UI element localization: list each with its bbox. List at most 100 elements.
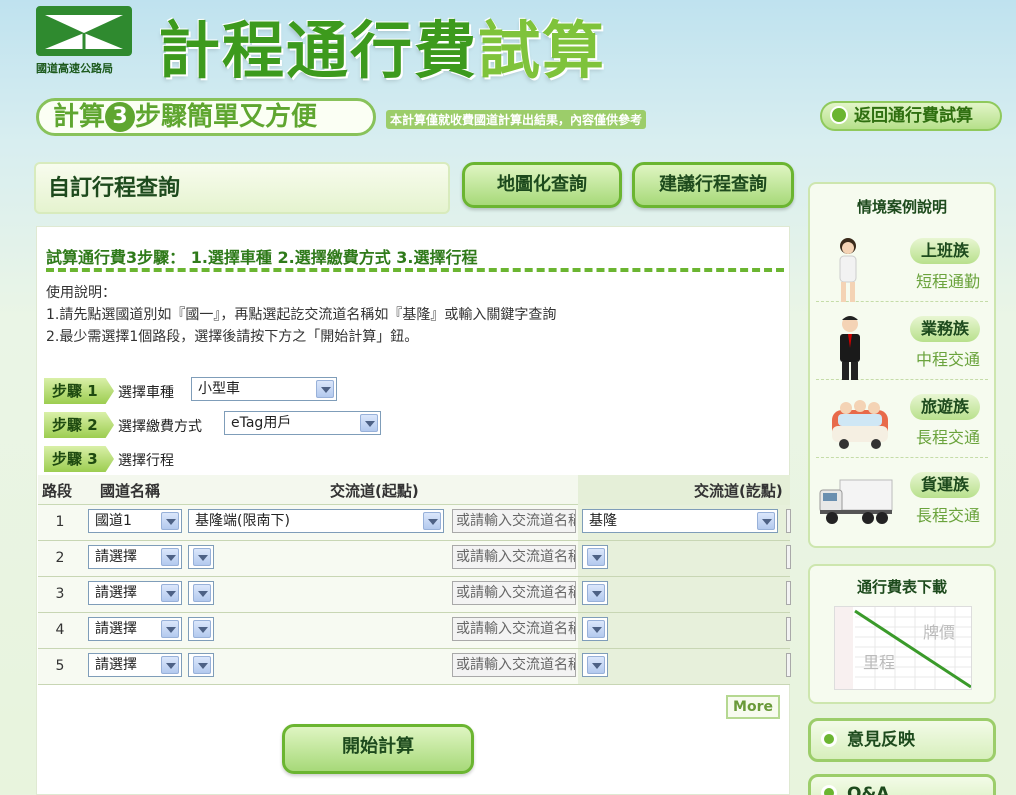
bullet-icon — [830, 106, 848, 124]
start-interchange-input[interactable]: 或請輸入交流道名稱 — [452, 581, 576, 605]
commuter-woman-icon — [839, 238, 857, 302]
chevron-down-icon — [193, 620, 211, 638]
section-title: 自訂行程查詢 — [34, 162, 450, 214]
end-interchange-select[interactable] — [582, 653, 608, 677]
end-cell-shade — [578, 649, 790, 684]
toll-table-thumbnail[interactable]: 牌價 里程 — [834, 606, 972, 690]
payment-method-select[interactable]: eTag用戶 — [224, 411, 381, 435]
chevron-down-icon — [587, 548, 605, 566]
back-to-toll-calculator-button[interactable]: 返回通行費試算 — [820, 101, 1002, 131]
feedback-button[interactable]: 意見反映 — [808, 718, 996, 762]
chevron-down-icon — [193, 548, 211, 566]
end-interchange-select[interactable]: 基隆 — [582, 509, 778, 533]
step-1-label: 選擇車種 — [118, 385, 174, 401]
chevron-down-icon — [161, 584, 179, 602]
start-interchange-select[interactable] — [188, 617, 214, 641]
end-interchange-select[interactable] — [582, 581, 608, 605]
tourist-van-icon — [832, 400, 888, 449]
col-header-segment: 路段 — [42, 482, 73, 500]
price-watermark: 牌價 — [923, 623, 956, 642]
road-select[interactable]: 請選擇 — [88, 617, 182, 641]
col-header-road: 國道名稱 — [100, 482, 161, 500]
scenario-business[interactable]: 業務族 中程交通 — [816, 306, 988, 380]
download-title: 通行費表下載 — [856, 578, 947, 596]
table-row: 2 請選擇 或請輸入交流道名稱 或請 — [38, 541, 791, 577]
table-row: 3 請選擇 或請輸入交流道名稱 或請 — [38, 577, 791, 613]
mileage-watermark: 里程 — [863, 653, 896, 672]
truck-icon — [819, 479, 893, 524]
end-interchange-select[interactable] — [582, 545, 608, 569]
road-select[interactable]: 請選擇 — [88, 545, 182, 569]
vehicle-type-select[interactable]: 小型車 — [191, 377, 337, 401]
scenario-commuter[interactable]: 上班族 短程通勤 — [816, 228, 988, 302]
scenario-subtitle: 長程交通 — [915, 428, 980, 447]
scenario-tag: 貨運族 — [910, 472, 980, 498]
divider — [46, 268, 784, 272]
scenario-tag: 上班族 — [910, 238, 980, 264]
col-header-end: 交流道(訖點) — [694, 482, 783, 500]
bullet-icon — [821, 785, 837, 795]
scenario-tourist[interactable]: 旅遊族 長程交通 — [816, 384, 988, 458]
chevron-down-icon — [161, 656, 179, 674]
start-interchange-input[interactable]: 或請輸入交流道名稱 — [452, 509, 576, 533]
start-interchange-input[interactable]: 或請輸入交流道名稱 — [452, 545, 576, 569]
qa-button[interactable]: Q&A — [808, 774, 996, 795]
start-interchange-input[interactable]: 或請輸入交流道名稱 — [452, 617, 576, 641]
route-table-header: 路段 國道名稱 交流道(起點) 交流道(訖點) — [38, 475, 790, 505]
steps-slogan: 計算 3 步驟簡單又方便 — [36, 98, 376, 136]
map-query-button[interactable]: 地圖化查詢 — [462, 162, 622, 208]
start-interchange-select[interactable] — [188, 653, 214, 677]
chevron-down-icon — [423, 512, 441, 530]
start-interchange-select[interactable] — [188, 581, 214, 605]
end-cell-shade — [578, 541, 790, 576]
panel-title: 試算通行費3步驟： 1.選擇車種 2.選擇繳費方式 3.選擇行程 — [46, 248, 478, 267]
usage-line-1: 1.請先點選國道別如『國一』，再點選起訖交流道名稱如『基隆』或輸入關鍵字查詢 — [46, 307, 557, 323]
end-interchange-select[interactable] — [582, 617, 608, 641]
table-row: 4 請選擇 或請輸入交流道名稱 或請 — [38, 613, 791, 649]
disclaimer-note: 本計算僅就收費國道計算出結果，內容僅供參考 — [386, 110, 647, 129]
agency-logo[interactable] — [36, 6, 132, 56]
start-interchange-select[interactable]: 基隆端(限南下) — [188, 509, 444, 533]
scenario-subtitle: 長程交通 — [915, 506, 980, 525]
chevron-down-icon — [587, 656, 605, 674]
segment-number: 2 — [55, 550, 65, 566]
end-interchange-input[interactable]: 或請 — [786, 653, 791, 677]
usage-line-2: 2.最少需選擇1個路段，選擇後請按下方之「開始計算」鈕。 — [46, 329, 419, 345]
bullet-icon — [821, 731, 837, 747]
start-interchange-input[interactable]: 或請輸入交流道名稱 — [452, 653, 576, 677]
chevron-down-icon — [193, 584, 211, 602]
usage-title: 使用說明： — [46, 285, 116, 301]
end-interchange-input[interactable]: 或請 — [786, 617, 791, 641]
road-select[interactable]: 請選擇 — [88, 653, 182, 677]
segment-number: 5 — [55, 658, 65, 674]
scenario-tag: 業務族 — [910, 316, 980, 342]
step-1-tag: 步驟 1 — [44, 378, 114, 404]
chevron-down-icon — [161, 512, 179, 530]
step-2-label: 選擇繳費方式 — [118, 419, 202, 435]
chevron-down-icon — [161, 548, 179, 566]
agency-name: 國道高速公路局 — [36, 62, 113, 75]
more-rows-button[interactable]: More — [726, 695, 780, 719]
scenario-subtitle: 短程通勤 — [915, 272, 980, 291]
end-interchange-input[interactable]: 或請 — [786, 581, 791, 605]
chevron-down-icon — [757, 512, 775, 530]
segment-number: 3 — [55, 586, 65, 602]
step-3-tag: 步驟 3 — [44, 446, 114, 472]
chevron-down-icon — [161, 620, 179, 638]
suggested-route-button[interactable]: 建議行程查詢 — [632, 162, 794, 208]
road-select[interactable]: 國道1 — [88, 509, 182, 533]
segment-number: 1 — [55, 514, 65, 530]
start-calculation-button[interactable]: 開始計算 — [282, 724, 474, 774]
col-header-start: 交流道(起點) — [330, 482, 419, 500]
end-cell-shade — [578, 613, 790, 648]
step-3-label: 選擇行程 — [118, 453, 174, 469]
scenario-subtitle: 中程交通 — [915, 350, 980, 369]
end-interchange-input[interactable]: 或請 — [786, 545, 791, 569]
start-interchange-select[interactable] — [188, 545, 214, 569]
road-select[interactable]: 請選擇 — [88, 581, 182, 605]
end-cell-shade — [578, 577, 790, 612]
chevron-down-icon — [193, 656, 211, 674]
end-interchange-input[interactable]: 或請 — [786, 509, 791, 533]
scenario-tag: 旅遊族 — [910, 394, 980, 420]
scenario-freight[interactable]: 貨運族 長程交通 — [816, 462, 988, 536]
